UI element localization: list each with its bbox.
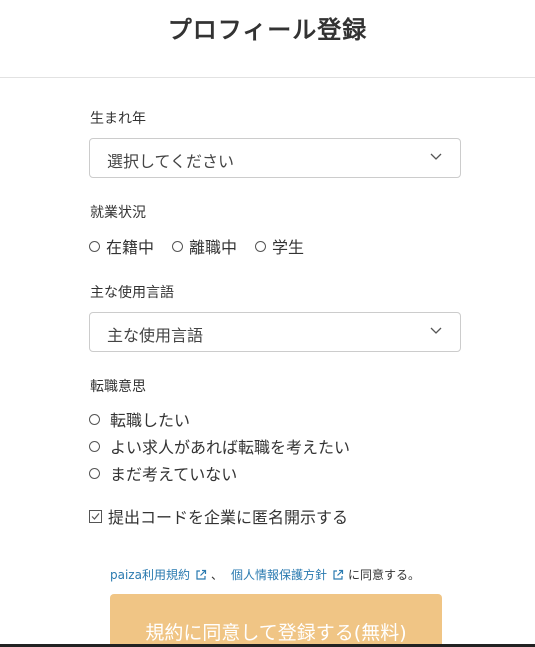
disclose-code-option[interactable]: 提出コードを企業に匿名開示する (89, 504, 348, 528)
radio-button[interactable] (89, 467, 100, 479)
terms-link-label: paiza利用規約 (110, 568, 190, 582)
job-change-option-if-good[interactable]: よい求人があれば転職を考えたい (89, 434, 350, 458)
radio-label: よい求人があれば転職を考えたい (110, 438, 351, 457)
main-language-select-value: 主な使用言語 (107, 326, 204, 345)
terms-link[interactable]: paiza利用規約 (110, 566, 211, 583)
check-icon (91, 512, 100, 520)
external-link-icon (333, 569, 344, 580)
employment-status-radio-group: 在籍中 離職中 学生 (89, 234, 322, 258)
radio-button[interactable] (89, 240, 100, 252)
job-change-option-want[interactable]: 転職したい (89, 407, 190, 431)
radio-button[interactable] (89, 413, 100, 425)
terms-agreement: paiza利用規約 、 個人情報保護方針 に同意する。 (110, 566, 420, 583)
job-change-label: 転職意思 (90, 379, 146, 395)
employment-option-unemployed[interactable]: 離職中 (172, 234, 237, 258)
chevron-down-icon (430, 153, 442, 160)
birth-year-label: 生まれ年 (90, 111, 146, 127)
terms-separator: 、 (210, 568, 223, 582)
radio-label: まだ考えていない (110, 465, 238, 484)
agree-and-register-button[interactable]: 規約に同意して登録する(無料) (110, 594, 442, 647)
employment-status-label: 就業状況 (90, 205, 146, 221)
chevron-down-icon (430, 327, 442, 334)
birth-year-select[interactable]: 選択してください (89, 138, 461, 178)
radio-label: 学生 (272, 238, 305, 257)
main-language-label: 主な使用言語 (90, 285, 174, 301)
birth-year-select-value: 選択してください (107, 152, 235, 171)
disclose-code-checkbox[interactable] (89, 509, 102, 523)
profile-registration-page: プロフィール登録 生まれ年 選択してください 就業状況 在籍中 離職中 学生 主… (0, 0, 535, 647)
page-title: プロフィール登録 (167, 16, 368, 44)
employment-option-student[interactable]: 学生 (255, 234, 304, 258)
privacy-policy-link[interactable]: 個人情報保護方針 (231, 566, 348, 583)
external-link-icon (196, 569, 207, 580)
job-change-option-not-yet[interactable]: まだ考えていない (89, 461, 237, 485)
radio-label: 転職したい (110, 411, 191, 430)
radio-button[interactable] (89, 440, 100, 452)
disclose-code-label: 提出コードを企業に匿名開示する (108, 508, 349, 527)
radio-label: 在籍中 (106, 238, 155, 257)
header-divider (0, 77, 535, 78)
radio-label: 離職中 (189, 238, 238, 257)
privacy-link-label: 個人情報保護方針 (230, 568, 327, 582)
radio-button[interactable] (172, 240, 184, 252)
radio-button[interactable] (255, 240, 267, 252)
main-language-select[interactable]: 主な使用言語 (89, 312, 461, 352)
employment-option-employed[interactable]: 在籍中 (89, 234, 154, 258)
terms-suffix: に同意する。 (348, 568, 421, 582)
